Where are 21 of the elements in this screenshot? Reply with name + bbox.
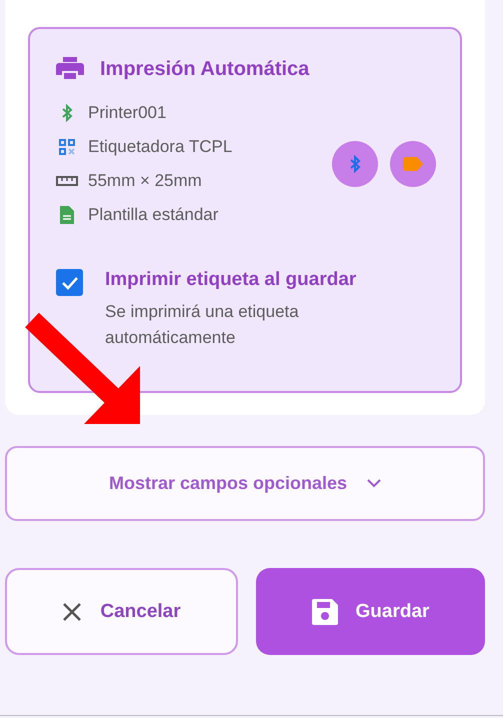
chevron-icon (367, 479, 382, 488)
checkbox-description: Se imprimirá una etiqueta automáticamente (105, 301, 300, 349)
label-button[interactable] (390, 141, 436, 187)
ruler-icon (56, 175, 78, 187)
checkbox-label: Imprimir etiqueta al guardar (105, 269, 358, 291)
panel-title: Impresión Automática (100, 58, 310, 80)
qr-code-icon (56, 139, 78, 155)
checkmark-icon (60, 276, 78, 290)
detail-text: Etiquetadora TCPL (88, 137, 232, 157)
save-button[interactable]: Guardar (256, 568, 485, 655)
cancel-button[interactable]: Cancelar (5, 568, 238, 655)
label-tag-icon (403, 157, 423, 171)
checkbox[interactable] (56, 269, 83, 296)
close-icon (62, 602, 82, 622)
detail-text: Printer001 (88, 103, 166, 123)
bluetooth-button[interactable] (332, 141, 378, 187)
printer-icon (56, 57, 84, 81)
optional-fields-toggle[interactable]: Mostrar campos opcionales (5, 446, 485, 521)
bluetooth-icon (349, 155, 361, 173)
detail-text: Plantilla estándar (88, 205, 218, 225)
detail-text: 55mm × 25mm (88, 171, 202, 191)
